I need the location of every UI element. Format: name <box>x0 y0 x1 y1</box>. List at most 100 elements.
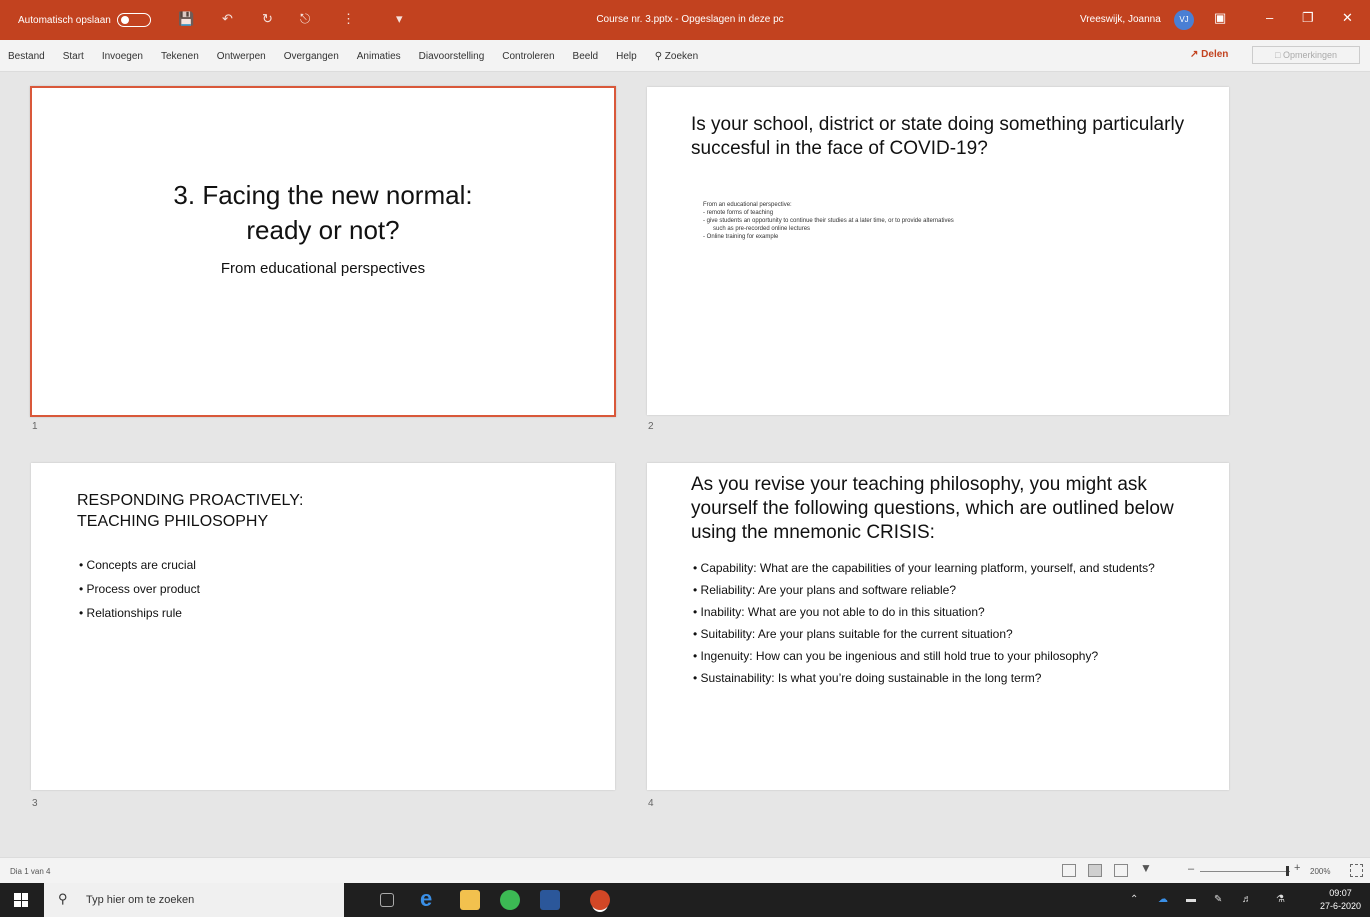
tab-animaties[interactable]: Animaties <box>357 51 401 62</box>
user-name[interactable]: Vreeswijk, Joanna <box>1080 14 1161 25</box>
taskbar: ⚲ Typ hier om te zoeken e ⌃ ☁ ▬ ✎ ♬ ⚗ 09… <box>0 883 1370 917</box>
share-icon: ↗ <box>1190 49 1199 60</box>
zoom-slider-thumb[interactable] <box>1286 866 1289 876</box>
fit-to-window-icon[interactable] <box>1350 864 1363 877</box>
tab-help[interactable]: Help <box>616 51 637 62</box>
tray-chevron-icon[interactable]: ⌃ <box>1130 894 1138 905</box>
volume-icon[interactable]: ♬ <box>1242 894 1252 905</box>
network-icon[interactable]: ▬ <box>1186 894 1196 905</box>
zoom-in-icon[interactable]: + <box>1294 862 1300 874</box>
pen-icon[interactable]: ✎ <box>1214 894 1222 905</box>
ribbon-display-icon[interactable]: ▣ <box>1214 10 1226 26</box>
chrome-icon[interactable] <box>500 890 520 910</box>
taskbar-search-placeholder: Typ hier om te zoeken <box>86 894 195 906</box>
slide-thumbnail-1[interactable]: 3. Facing the new normal: ready or not? … <box>30 86 616 417</box>
tab-beeld[interactable]: Beeld <box>573 51 599 62</box>
normal-view-icon[interactable] <box>1062 864 1076 877</box>
comments-label: Opmerkingen <box>1282 50 1337 60</box>
slide-3-bullets: • Concepts are crucial • Process over pr… <box>79 553 200 625</box>
clock-date: 27-6-2020 <box>1320 901 1362 911</box>
slide-4-title: As you revise your teaching philosophy, … <box>691 474 1174 543</box>
comments-button[interactable]: □ Opmerkingen <box>1252 46 1360 64</box>
tab-diavoorstelling[interactable]: Diavoorstelling <box>419 51 485 62</box>
search-icon: ⚲ <box>58 891 68 906</box>
slide-thumbnail-4[interactable]: As you revise your teaching philosophy, … <box>647 463 1229 790</box>
slide-3-title: RESPONDING PROACTIVELY: TEACHING PHILOSO… <box>77 491 303 533</box>
list-item: • Process over product <box>79 582 200 596</box>
powerpoint-icon[interactable] <box>590 890 610 910</box>
save-icon[interactable]: 💾 <box>178 11 194 27</box>
autosave-toggle[interactable] <box>116 13 151 27</box>
tab-bestand[interactable]: Bestand <box>8 51 45 62</box>
slide-thumbnail-3[interactable]: RESPONDING PROACTIVELY: TEACHING PHILOSO… <box>31 463 615 790</box>
ribbon-search-label: Zoeken <box>664 51 699 62</box>
list-item: • Suitability: Are your plans suitable f… <box>693 627 1013 641</box>
onedrive-icon[interactable]: ☁ <box>1158 894 1168 905</box>
list-item: • Inability: What are you not able to do… <box>693 605 985 619</box>
ribbon: Bestand Start Invoegen Tekenen Ontwerpen… <box>0 40 1370 72</box>
edge-icon[interactable]: e <box>420 886 440 911</box>
zoom-slider[interactable] <box>1200 871 1290 872</box>
slide-1-title-line1: 3. Facing the new normal: <box>173 180 473 210</box>
list-item: • Capability: What are the capabilities … <box>693 561 1155 575</box>
zoom-level[interactable]: 200% <box>1310 867 1330 876</box>
undo-icon[interactable]: ↶ <box>222 11 233 27</box>
list-item: • Concepts are crucial <box>79 558 196 572</box>
tab-invoegen[interactable]: Invoegen <box>102 51 143 62</box>
share-label: Delen <box>1201 49 1229 60</box>
reading-view-icon[interactable] <box>1114 864 1128 877</box>
zoom-out-icon[interactable]: – <box>1188 863 1194 875</box>
task-view-icon[interactable] <box>380 893 394 907</box>
clock-time: 09:07 <box>1329 888 1352 898</box>
word-icon[interactable] <box>540 890 560 910</box>
document-title: Course nr. 3.pptx - Opgeslagen in deze p… <box>596 14 784 25</box>
tab-start[interactable]: Start <box>63 51 84 62</box>
tab-overgangen[interactable]: Overgangen <box>284 51 339 62</box>
slide-1-title: 3. Facing the new normal: ready or not? <box>32 178 614 248</box>
title-bar: Automatisch opslaan 💾 ↶ ↻ ⎋ ⋮ ▾ Course n… <box>0 0 1370 40</box>
slide-4-bullets: • Capability: What are the capabilities … <box>691 561 1171 693</box>
slide-1-title-line2: ready or not? <box>246 215 400 246</box>
system-clock[interactable]: 09:07 27-6-2020 <box>1320 887 1361 913</box>
slide-2-body: From an educational perspective: - remot… <box>703 201 1173 241</box>
list-item: • Ingenuity: How can you be ingenious an… <box>693 649 1099 663</box>
slide-2-body-line: - give students an opportunity to contin… <box>703 218 954 225</box>
file-explorer-icon[interactable] <box>460 890 480 910</box>
slide-2-body-line: such as pre-recorded online lectures <box>713 226 811 233</box>
redo-icon[interactable]: ↻ <box>262 11 273 27</box>
minimize-icon[interactable]: – <box>1266 10 1273 25</box>
taskbar-search[interactable]: ⚲ Typ hier om te zoeken <box>44 883 344 917</box>
slide-thumbnail-2[interactable]: Is your school, district or state doing … <box>647 87 1229 415</box>
slide-3-title-line2: TEACHING PHILOSOPHY <box>77 512 269 530</box>
autosave-toggle-group[interactable]: Automatisch opslaan <box>18 13 151 27</box>
slide-2-body-line: From an educational perspective: <box>703 202 792 208</box>
autosave-label: Automatisch opslaan <box>18 14 111 26</box>
search-icon: ⚲ <box>654 51 663 62</box>
slide-2-body-line: - Online training for example <box>703 234 779 241</box>
tab-tekenen[interactable]: Tekenen <box>161 51 199 62</box>
status-bar: Dia 1 van 4 ▼ – + 200% <box>0 857 1370 883</box>
customize-icon[interactable]: ⋮ <box>342 11 355 27</box>
windows-start-icon[interactable] <box>14 893 28 907</box>
restore-icon[interactable]: ❐ <box>1302 10 1314 26</box>
slide-number-4: 4 <box>648 798 654 809</box>
slide-number-1: 1 <box>32 421 38 432</box>
slide-3-title-line1: RESPONDING PROACTIVELY: <box>77 492 304 509</box>
tab-ontwerpen[interactable]: Ontwerpen <box>217 51 266 62</box>
close-icon[interactable]: ✕ <box>1342 10 1353 26</box>
share-button[interactable]: ↗ Delen <box>1190 49 1228 60</box>
slide-sorter-view-icon[interactable] <box>1088 864 1102 877</box>
presenter-icon[interactable]: ⎋ <box>300 11 310 27</box>
list-item: • Sustainability: Is what you’re doing s… <box>693 671 1042 685</box>
slide-sorter: 3. Facing the new normal: ready or not? … <box>0 73 1370 857</box>
slide-number-2: 2 <box>648 421 654 432</box>
user-avatar[interactable]: VJ <box>1174 10 1194 30</box>
tab-controleren[interactable]: Controleren <box>502 51 554 62</box>
comment-icon: □ <box>1275 50 1281 60</box>
slide-number-3: 3 <box>32 798 38 809</box>
slideshow-view-icon[interactable]: ▼ <box>1140 861 1154 875</box>
list-item: • Relationships rule <box>79 606 182 620</box>
ribbon-search[interactable]: ⚲ Zoeken <box>655 51 698 62</box>
more-icon[interactable]: ▾ <box>396 11 403 27</box>
language-icon[interactable]: ⚗ <box>1276 894 1285 905</box>
